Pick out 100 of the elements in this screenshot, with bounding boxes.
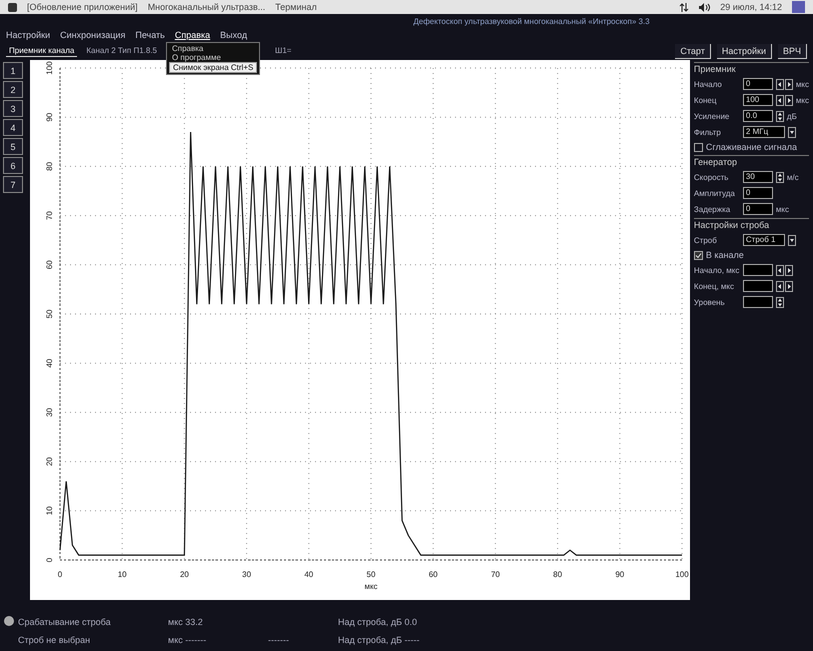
input-field[interactable]: 0 xyxy=(742,187,773,199)
field-label: Конец, мкс xyxy=(694,282,735,290)
field-label: Конец xyxy=(694,96,718,104)
checkbox[interactable] xyxy=(694,142,703,152)
spin-buttons[interactable] xyxy=(776,280,793,292)
menu-item[interactable]: Настройки xyxy=(6,30,50,40)
x-tick-label: 80 xyxy=(553,570,562,579)
checkbox[interactable] xyxy=(694,250,703,260)
input-field[interactable]: 30 xyxy=(742,171,773,183)
y-tick-label: 100 xyxy=(44,61,54,75)
menu-item[interactable]: Справка xyxy=(168,44,258,53)
status-text: Строб не выбран xyxy=(18,635,92,645)
menu-item[interactable]: Печать xyxy=(135,30,165,40)
menu-item[interactable]: О программе xyxy=(168,53,258,62)
channel-button[interactable]: 2 xyxy=(3,81,23,98)
field-label: Скорость xyxy=(694,172,730,182)
app-logo-icon[interactable] xyxy=(8,2,17,12)
spin-buttons[interactable] xyxy=(776,110,784,122)
menu-item[interactable]: Синхронизация xyxy=(60,30,126,40)
caret-icon[interactable] xyxy=(788,126,796,138)
field-label: Уровень xyxy=(694,298,726,306)
y-tick-label: 60 xyxy=(44,260,54,270)
spin-buttons[interactable] xyxy=(776,172,784,182)
dropdown-field[interactable]: Строб 1 xyxy=(742,234,785,246)
channel-button[interactable]: 4 xyxy=(3,119,23,136)
taskbar-item[interactable]: Многоканальный ультразв... xyxy=(148,2,266,12)
group-title: Приемник xyxy=(694,64,737,74)
channel-button[interactable]: 5 xyxy=(3,138,23,155)
channel-button[interactable]: 6 xyxy=(3,157,23,174)
y-tick-label: 30 xyxy=(44,408,54,417)
group-title: Генератор xyxy=(694,157,738,167)
spin-buttons[interactable] xyxy=(776,94,793,106)
tab[interactable]: Приемник канала xyxy=(6,45,78,57)
input-field[interactable]: 0 xyxy=(742,203,773,215)
dropdown-field[interactable]: 2 МГц xyxy=(742,126,785,138)
spin-buttons[interactable] xyxy=(776,296,784,308)
network-icon[interactable] xyxy=(679,2,690,12)
status-text: мкс 33.2 xyxy=(168,617,204,627)
x-tick-label: 10 xyxy=(118,570,127,579)
input-field[interactable] xyxy=(742,296,773,308)
field-label: Начало, мкс xyxy=(694,266,740,274)
status-text: Над строба, дБ 0.0 xyxy=(338,617,418,627)
x-tick-label: 50 xyxy=(366,570,376,579)
menu-item[interactable]: Выход xyxy=(220,30,248,40)
taskbar-item[interactable]: Терминал xyxy=(275,2,317,12)
field-label: Строб xyxy=(694,236,718,244)
y-tick-label: 90 xyxy=(44,112,54,122)
field-label: Фильтр xyxy=(694,128,722,136)
unit-label: м/с xyxy=(786,172,799,182)
x-tick-label: 40 xyxy=(304,570,314,579)
checkbox-label: В канале xyxy=(706,250,744,260)
spin-buttons[interactable] xyxy=(776,78,793,90)
x-tick-label: 90 xyxy=(615,570,624,579)
status-text: Срабатывание строба xyxy=(18,617,112,627)
input-field[interactable] xyxy=(742,280,773,292)
field-label: Амплитуда xyxy=(694,188,736,198)
unit-label: мкс xyxy=(796,80,809,88)
x-tick-label: 100 xyxy=(675,570,689,579)
field-label: Начало xyxy=(694,80,723,88)
field-label: Усиление xyxy=(694,112,730,120)
unit-label: мкс xyxy=(796,96,809,104)
x-tick-label: 30 xyxy=(242,570,251,579)
tab[interactable]: Канал 2 Тип П1.8.5 xyxy=(83,45,160,57)
x-tick-label: 20 xyxy=(180,570,189,579)
tab[interactable]: Ш1= xyxy=(272,45,294,57)
field-label: Задержка xyxy=(694,204,732,214)
menu-item[interactable]: Снимок экрана Ctrl+S xyxy=(168,62,258,73)
x-tick-label: 60 xyxy=(428,570,438,579)
input-field[interactable]: 100 xyxy=(742,94,773,106)
y-tick-label: 40 xyxy=(44,358,54,368)
menu-item[interactable]: Справка xyxy=(174,30,210,40)
checkbox-label: Сглаживание сигнала xyxy=(706,142,798,152)
toolbar-button[interactable]: Старт xyxy=(675,44,711,58)
status-text: мкс ------- xyxy=(168,635,208,645)
speaker-icon[interactable] xyxy=(699,2,710,12)
channel-button[interactable]: 7 xyxy=(3,176,23,193)
x-tick-label: 70 xyxy=(490,570,500,579)
unit-label: мкс xyxy=(776,204,789,214)
input-field[interactable]: 0.0 xyxy=(742,110,773,122)
status-text: ------- xyxy=(268,635,290,645)
unit-label: дБ xyxy=(786,112,797,120)
y-tick-label: 10 xyxy=(44,506,54,516)
x-axis-label: мкс xyxy=(364,582,378,591)
caret-icon[interactable] xyxy=(788,234,796,246)
x-tick-label: 0 xyxy=(58,570,62,579)
channel-button[interactable]: 1 xyxy=(3,62,23,79)
toolbar-button[interactable]: Настройки xyxy=(716,44,772,58)
spin-buttons[interactable] xyxy=(776,264,793,276)
taskbar-item[interactable]: [Обновление приложений] xyxy=(27,2,138,12)
y-tick-label: 70 xyxy=(44,211,54,220)
y-tick-label: 80 xyxy=(44,162,54,171)
input-field[interactable]: 0 xyxy=(742,78,773,90)
toolbar-button[interactable]: ВРЧ xyxy=(778,44,807,58)
y-tick-label: 20 xyxy=(44,457,54,466)
input-field[interactable] xyxy=(742,264,773,276)
channel-button[interactable]: 3 xyxy=(3,100,23,117)
window-title: Дефектоскоп ультразвуковой многоканальный «Интроскоп» 3.3 xyxy=(412,16,651,28)
group-title: Настройки строба xyxy=(694,220,770,230)
clock: 29 июля, 14:12 xyxy=(720,2,782,12)
status-text: Над строба, дБ ----- xyxy=(338,635,420,645)
